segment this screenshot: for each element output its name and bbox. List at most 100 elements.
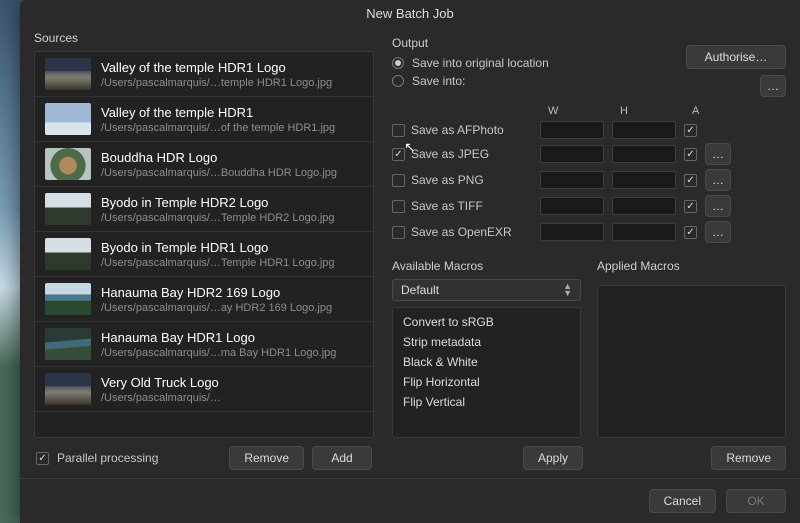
height-input[interactable] bbox=[612, 223, 676, 241]
aspect-checkbox[interactable] bbox=[684, 226, 697, 239]
source-thumbnail bbox=[45, 283, 91, 315]
source-thumbnail bbox=[45, 373, 91, 405]
output-label: Output bbox=[392, 36, 674, 50]
macro-item[interactable]: Flip Vertical bbox=[393, 392, 580, 412]
source-list[interactable]: Valley of the temple HDR1 Logo/Users/pas… bbox=[34, 51, 374, 438]
batch-job-dialog: New Batch Job Sources Valley of the temp… bbox=[20, 0, 800, 523]
macro-item[interactable]: Convert to sRGB bbox=[393, 312, 580, 332]
macro-group-select[interactable]: Default ▲▼ bbox=[392, 279, 581, 301]
height-input[interactable] bbox=[612, 121, 676, 139]
parallel-processing-label: Parallel processing bbox=[57, 451, 158, 465]
format-row: Save as PNG … bbox=[392, 169, 786, 191]
width-input[interactable] bbox=[540, 197, 604, 215]
sources-label: Sources bbox=[34, 31, 374, 45]
format-checkbox[interactable] bbox=[392, 226, 405, 239]
format-checkbox[interactable] bbox=[392, 148, 405, 161]
source-title: Hanauma Bay HDR2 169 Logo bbox=[101, 285, 363, 300]
width-input[interactable] bbox=[540, 121, 604, 139]
source-title: Hanauma Bay HDR1 Logo bbox=[101, 330, 363, 345]
format-row: Save as TIFF … bbox=[392, 195, 786, 217]
width-input[interactable] bbox=[540, 145, 604, 163]
available-macros-list[interactable]: Convert to sRGBStrip metadataBlack & Whi… bbox=[392, 307, 581, 438]
format-checkbox[interactable] bbox=[392, 174, 405, 187]
applied-macros-list[interactable] bbox=[597, 285, 786, 438]
macro-item[interactable]: Strip metadata bbox=[393, 332, 580, 352]
width-input[interactable] bbox=[540, 223, 604, 241]
source-item[interactable]: Byodo in Temple HDR1 Logo/Users/pascalma… bbox=[35, 232, 373, 277]
save-into-label: Save into: bbox=[412, 74, 465, 88]
height-input[interactable] bbox=[612, 171, 676, 189]
format-label: Save as TIFF bbox=[411, 199, 483, 213]
source-thumbnail bbox=[45, 103, 91, 135]
source-title: Very Old Truck Logo bbox=[101, 375, 363, 390]
source-item[interactable]: Hanauma Bay HDR2 169 Logo/Users/pascalma… bbox=[35, 277, 373, 322]
sources-panel: Sources Valley of the temple HDR1 Logo/U… bbox=[34, 31, 374, 470]
output-panel: Output Save into original location Save … bbox=[392, 31, 786, 470]
format-label: Save as OpenEXR bbox=[411, 225, 512, 239]
save-into-browse-button[interactable]: … bbox=[760, 75, 786, 97]
col-w: W bbox=[548, 105, 620, 117]
ok-button[interactable]: OK bbox=[726, 489, 786, 513]
add-source-button[interactable]: Add bbox=[312, 446, 372, 470]
cancel-button[interactable]: Cancel bbox=[649, 489, 716, 513]
aspect-checkbox[interactable] bbox=[684, 200, 697, 213]
source-thumbnail bbox=[45, 193, 91, 225]
format-options-button[interactable]: … bbox=[705, 195, 731, 217]
format-checkbox[interactable] bbox=[392, 124, 405, 137]
source-item[interactable]: Hanauma Bay HDR1 Logo/Users/pascalmarqui… bbox=[35, 322, 373, 367]
apply-macro-button[interactable]: Apply bbox=[523, 446, 583, 470]
macro-item[interactable]: Black & White bbox=[393, 352, 580, 372]
macros-section: Available Macros Default ▲▼ Convert to s… bbox=[392, 259, 786, 438]
col-a: A bbox=[692, 105, 728, 117]
format-options-button[interactable]: … bbox=[705, 221, 731, 243]
select-arrows-icon: ▲▼ bbox=[563, 283, 572, 297]
macro-group-value: Default bbox=[401, 283, 439, 297]
source-item[interactable]: Very Old Truck Logo/Users/pascalmarquis/… bbox=[35, 367, 373, 412]
aspect-checkbox[interactable] bbox=[684, 174, 697, 187]
format-checkbox[interactable] bbox=[392, 200, 405, 213]
source-title: Bouddha HDR Logo bbox=[101, 150, 363, 165]
sources-footer: Parallel processing Remove Add bbox=[34, 438, 374, 470]
format-label: Save as JPEG bbox=[411, 147, 489, 161]
aspect-checkbox[interactable] bbox=[684, 124, 697, 137]
format-row: Save as OpenEXR … bbox=[392, 221, 786, 243]
formats-section: W H A Save as AFPhotoSave as JPEG…Save a… bbox=[392, 105, 786, 247]
height-input[interactable] bbox=[612, 197, 676, 215]
source-thumbnail bbox=[45, 328, 91, 360]
dialog-footer: Cancel OK bbox=[20, 478, 800, 523]
applied-macros-label: Applied Macros bbox=[597, 259, 786, 273]
save-into-radio[interactable] bbox=[392, 75, 404, 87]
source-item[interactable]: Byodo in Temple HDR2 Logo/Users/pascalma… bbox=[35, 187, 373, 232]
remove-macro-button[interactable]: Remove bbox=[711, 446, 786, 470]
source-thumbnail bbox=[45, 148, 91, 180]
dialog-content: Sources Valley of the temple HDR1 Logo/U… bbox=[20, 31, 800, 478]
parallel-processing-checkbox[interactable] bbox=[36, 452, 49, 465]
source-path: /Users/pascalmarquis/…Bouddha HDR Logo.j… bbox=[101, 167, 363, 179]
macro-item[interactable]: Flip Horizontal bbox=[393, 372, 580, 392]
source-thumbnail bbox=[45, 238, 91, 270]
save-original-location-label: Save into original location bbox=[412, 56, 549, 70]
source-item[interactable]: Valley of the temple HDR1 Logo/Users/pas… bbox=[35, 52, 373, 97]
authorise-button[interactable]: Authorise… bbox=[686, 45, 786, 69]
format-options-button[interactable]: … bbox=[705, 143, 731, 165]
available-macros-label: Available Macros bbox=[392, 259, 581, 273]
format-row: Save as AFPhoto bbox=[392, 121, 786, 139]
source-path: /Users/pascalmarquis/…Temple HDR2 Logo.j… bbox=[101, 212, 363, 224]
format-label: Save as PNG bbox=[411, 173, 484, 187]
dialog-title: New Batch Job bbox=[20, 0, 800, 31]
remove-source-button[interactable]: Remove bbox=[229, 446, 304, 470]
source-item[interactable]: Valley of the temple HDR1/Users/pascalma… bbox=[35, 97, 373, 142]
height-input[interactable] bbox=[612, 145, 676, 163]
source-path: /Users/pascalmarquis/…ma Bay HDR1 Logo.j… bbox=[101, 347, 363, 359]
format-options-button[interactable]: … bbox=[705, 169, 731, 191]
source-path: /Users/pascalmarquis/… bbox=[101, 392, 363, 404]
save-original-location-radio[interactable] bbox=[392, 57, 404, 69]
col-h: H bbox=[620, 105, 692, 117]
source-item[interactable]: Bouddha HDR Logo/Users/pascalmarquis/…Bo… bbox=[35, 142, 373, 187]
source-path: /Users/pascalmarquis/…temple HDR1 Logo.j… bbox=[101, 77, 363, 89]
aspect-checkbox[interactable] bbox=[684, 148, 697, 161]
source-path: /Users/pascalmarquis/…of the temple HDR1… bbox=[101, 122, 363, 134]
source-title: Valley of the temple HDR1 Logo bbox=[101, 60, 363, 75]
source-title: Valley of the temple HDR1 bbox=[101, 105, 363, 120]
width-input[interactable] bbox=[540, 171, 604, 189]
